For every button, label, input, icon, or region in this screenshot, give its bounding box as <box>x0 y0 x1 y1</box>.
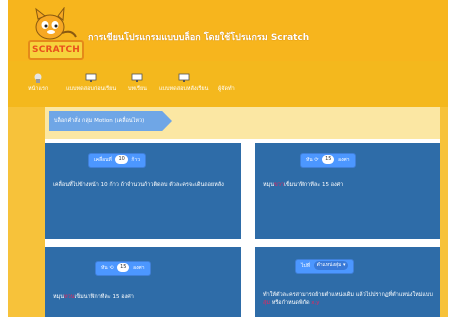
nav-item-home[interactable]: หน้าแรก <box>28 73 48 93</box>
nav-label: หน้าแรก <box>28 86 49 92</box>
highlight-text: ขวา <box>274 182 284 188</box>
block-label: หัน <box>101 265 108 271</box>
highlight-text: ทวน <box>64 294 75 300</box>
card-description: เคลื่อนที่ไปข้างหน้า 10 ก้าว ถ้าจำนวนก้า… <box>53 182 224 188</box>
nav-label: แบบทดสอบก่อนเรียน <box>66 86 117 92</box>
card-description: หมุนทวนเข็มนาฬิกาทีละ 15 องศา <box>53 294 134 300</box>
scratch-block-turn-left[interactable]: หัน ⟲ 15 องศา <box>95 261 151 276</box>
block-value[interactable]: 15 <box>117 263 130 272</box>
block-label: องศา <box>338 157 350 163</box>
block-dropdown[interactable]: ตำแหน่งสุ่ม ▾ <box>313 261 349 270</box>
site-title: การเขียนโปรแกรมแบบบล็อก โดยใช้โปรแกรม Sc… <box>88 33 310 43</box>
turn-right-icon: ⟳ <box>314 157 319 163</box>
nav-label: บทเรียน <box>128 86 147 92</box>
home-icon <box>34 73 42 83</box>
main-nav: หน้าแรก แบบทดสอบก่อนเรียน บทเรียน แบบทดส… <box>8 61 448 107</box>
block-label: ไปที่ <box>301 263 310 269</box>
site-header: SCRATCH การเขียนโปรแกรมแบบบล็อก โดยใช้โป… <box>8 0 448 61</box>
block-label: หัน <box>306 157 313 163</box>
lesson-content: เคลื่อนที่ 10 ก้าว เคลื่อนที่ไปข้างหน้า … <box>45 139 440 317</box>
left-sidebar-strip <box>8 107 45 317</box>
caret-down-icon: ▾ <box>342 262 346 268</box>
block-label: เคลื่อนที่ <box>94 157 112 163</box>
turn-left-icon: ⟲ <box>109 265 114 271</box>
highlight-text: สุ่ม <box>263 300 270 306</box>
card-description: หมุนขวาเข็มนาฬิกาทีละ 15 องศา <box>263 182 344 188</box>
nav-label: ผู้จัดทำ <box>218 86 235 92</box>
nav-label: แบบทดสอบหลังเรียน <box>159 86 209 92</box>
block-label: องศา <box>133 265 145 271</box>
monitor-icon <box>132 73 143 82</box>
monitor-icon <box>178 73 190 82</box>
logo-text: SCRATCH <box>28 40 84 60</box>
lesson-card: เคลื่อนที่ 10 ก้าว เคลื่อนที่ไปข้างหน้า … <box>45 143 241 239</box>
monitor-icon <box>85 73 97 82</box>
lesson-card: ไปที่ ตำแหน่งสุ่ม ▾ ทำให้ตัวละครสามารถย้… <box>255 247 440 317</box>
block-value[interactable]: 10 <box>115 155 128 164</box>
nav-item-pretest[interactable]: แบบทดสอบก่อนเรียน <box>66 73 116 93</box>
breadcrumb-bar: บล็อกคำสั่ง กลุ่ม Motion (เคลื่อนไหว) <box>45 107 440 139</box>
nav-item-author[interactable]: ผู้จัดทำ <box>218 73 235 93</box>
card-description: ทำให้ตัวละครสามารถย้ายตำแหน่งเดิม แล้วไป… <box>263 292 433 306</box>
scratch-block-move[interactable]: เคลื่อนที่ 10 ก้าว <box>88 153 147 168</box>
right-sidebar-strip <box>440 107 448 317</box>
scratch-block-turn-right[interactable]: หัน ⟳ 15 องศา <box>300 153 356 168</box>
lesson-card: หัน ⟲ 15 องศา หมุนทวนเข็มนาฬิกาทีละ 15 อ… <box>45 247 241 317</box>
block-value[interactable]: 15 <box>322 155 335 164</box>
nav-item-lessons[interactable]: บทเรียน <box>128 73 147 93</box>
scratch-block-goto[interactable]: ไปที่ ตำแหน่งสุ่ม ▾ <box>295 259 355 274</box>
breadcrumb[interactable]: บล็อกคำสั่ง กลุ่ม Motion (เคลื่อนไหว) <box>49 111 172 131</box>
block-label: ก้าว <box>131 157 141 163</box>
nav-item-posttest[interactable]: แบบทดสอบหลังเรียน <box>159 73 208 93</box>
highlight-text: x,y <box>311 300 320 306</box>
lesson-card: หัน ⟳ 15 องศา หมุนขวาเข็มนาฬิกาทีละ 15 อ… <box>255 143 440 239</box>
